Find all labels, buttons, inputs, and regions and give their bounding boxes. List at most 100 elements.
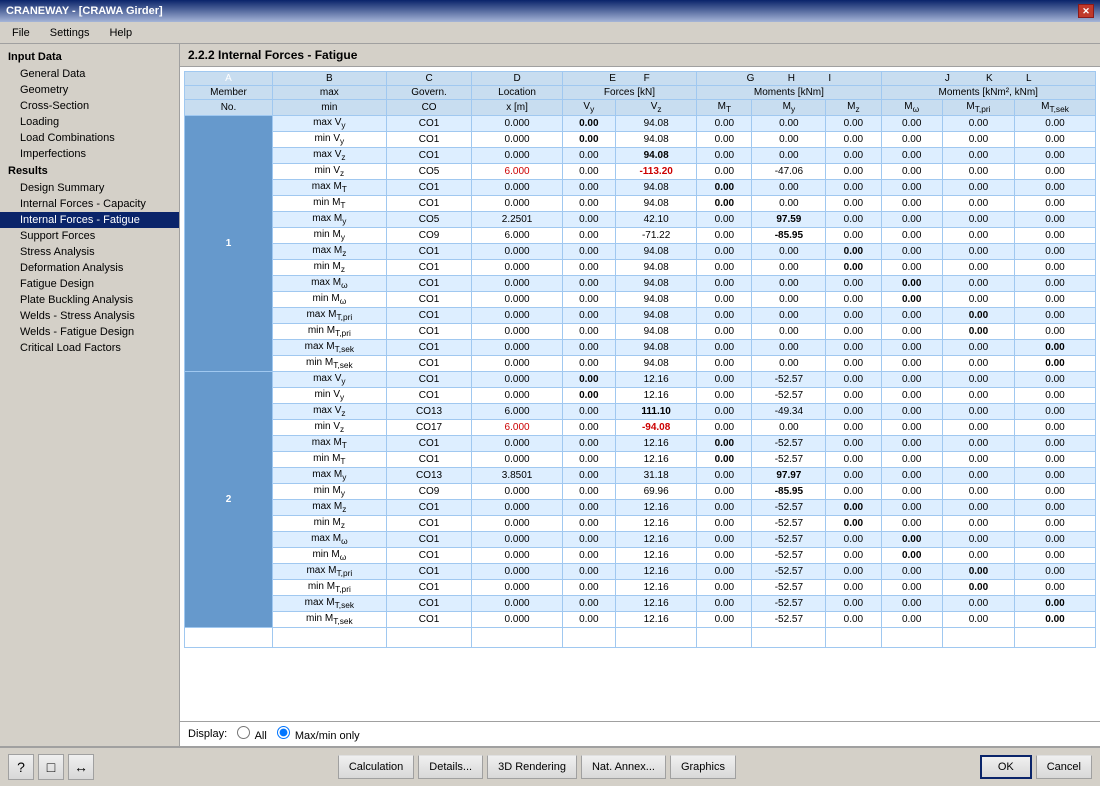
- th-moments-knm: Moments [kNm]: [697, 86, 881, 100]
- table-row: max Vz CO13 6.000 0.00 111.10 0.00 -49.3…: [185, 404, 1096, 420]
- sidebar-item-geometry[interactable]: Geometry: [0, 82, 179, 98]
- print-icon-button[interactable]: □: [38, 754, 64, 780]
- display-all-radio[interactable]: [237, 726, 250, 739]
- display-maxmin-radio[interactable]: [277, 726, 290, 739]
- table-row: max Mω CO1 0.000 0.00 12.16 0.00 -52.57 …: [185, 532, 1096, 548]
- col-header-a: A: [185, 72, 273, 86]
- table-row: min MT,sek CO1 0.000 0.00 94.08 0.00 0.0…: [185, 356, 1096, 372]
- sidebar-item-loading[interactable]: Loading: [0, 114, 179, 130]
- table-row: max MT,sek CO1 0.000 0.00 94.08 0.00 0.0…: [185, 340, 1096, 356]
- th-my: My: [752, 100, 826, 116]
- th-vy: Vy: [562, 100, 615, 116]
- th-member: Member: [185, 86, 273, 100]
- nat-annex-button[interactable]: Nat. Annex...: [581, 755, 666, 779]
- details-button[interactable]: Details...: [418, 755, 483, 779]
- sidebar-item-internal-forces-fatigue[interactable]: Internal Forces - Fatigue: [0, 212, 179, 228]
- ok-button[interactable]: OK: [980, 755, 1032, 779]
- table-row: min Mz CO1 0.000 0.00 12.16 0.00 -52.57 …: [185, 516, 1096, 532]
- sidebar-section-results: Results: [0, 162, 179, 180]
- 3d-rendering-button[interactable]: 3D Rendering: [487, 755, 577, 779]
- menu-file[interactable]: File: [4, 25, 38, 41]
- cancel-button[interactable]: Cancel: [1036, 755, 1092, 779]
- sidebar-item-imperfections[interactable]: Imperfections: [0, 146, 179, 162]
- sidebar-item-welds-fatigue[interactable]: Welds - Fatigue Design: [0, 324, 179, 340]
- col-header-d: D: [472, 72, 562, 86]
- th-xm: x [m]: [472, 100, 562, 116]
- bottom-bar: ? □ ↔ Calculation Details... 3D Renderin…: [0, 746, 1100, 786]
- sidebar-item-general-data[interactable]: General Data: [0, 66, 179, 82]
- title-bar-buttons: ✕: [1078, 4, 1094, 18]
- graphics-button[interactable]: Graphics: [670, 755, 736, 779]
- empty-row: [185, 628, 1096, 648]
- th-mw: Mω: [881, 100, 942, 116]
- table-row: max MT,pri CO1 0.000 0.00 94.08 0.00 0.0…: [185, 308, 1096, 324]
- table-row: min Mω CO1 0.000 0.00 94.08 0.00 0.00 0.…: [185, 292, 1096, 308]
- table-row: min MT CO1 0.000 0.00 94.08 0.00 0.00 0.…: [185, 196, 1096, 212]
- sidebar-item-cross-section[interactable]: Cross-Section: [0, 98, 179, 114]
- member-num-2: 2: [185, 372, 273, 628]
- col-header-jkl: J K L: [881, 72, 1096, 86]
- sidebar-item-fatigue-design[interactable]: Fatigue Design: [0, 276, 179, 292]
- table-row: min Vz CO17 6.000 0.00 -94.08 0.00 0.00 …: [185, 420, 1096, 436]
- table-row: max MT,sek CO1 0.000 0.00 12.16 0.00 -52…: [185, 596, 1096, 612]
- table-row: min MT,sek CO1 0.000 0.00 12.16 0.00 -52…: [185, 612, 1096, 628]
- th-co: CO: [386, 100, 472, 116]
- table-row: 1 max Vy CO1 0.000 0.00 94.08 0.00 0.00 …: [185, 116, 1096, 132]
- table-row: 2 max Vy CO1 0.000 0.00 12.16 0.00 -52.5…: [185, 372, 1096, 388]
- calculation-button[interactable]: Calculation: [338, 755, 414, 779]
- table-container[interactable]: A B C D E F G H I J K L Member max: [180, 67, 1100, 721]
- bottom-left-icons: ? □ ↔: [8, 754, 94, 780]
- table-row: max Vz CO1 0.000 0.00 94.08 0.00 0.00 0.…: [185, 148, 1096, 164]
- table-row: max Mz CO1 0.000 0.00 12.16 0.00 -52.57 …: [185, 500, 1096, 516]
- sidebar-item-internal-forces-capacity[interactable]: Internal Forces - Capacity: [0, 196, 179, 212]
- sidebar-item-design-summary[interactable]: Design Summary: [0, 180, 179, 196]
- table-row: max Mω CO1 0.000 0.00 94.08 0.00 0.00 0.…: [185, 276, 1096, 292]
- th-no: No.: [185, 100, 273, 116]
- col-header-b: B: [272, 72, 386, 86]
- col-header-ef: E F: [562, 72, 697, 86]
- table-row: min Vz CO5 6.000 0.00 -113.20 0.00 -47.0…: [185, 164, 1096, 180]
- sidebar-item-support-forces[interactable]: Support Forces: [0, 228, 179, 244]
- content-title: 2.2.2 Internal Forces - Fatigue: [180, 44, 1100, 67]
- table-row: max My CO13 3.8501 0.00 31.18 0.00 97.97…: [185, 468, 1096, 484]
- sidebar-item-plate-buckling[interactable]: Plate Buckling Analysis: [0, 292, 179, 308]
- display-maxmin-label[interactable]: Max/min only: [275, 726, 360, 742]
- display-bar: Display: All Max/min only: [180, 721, 1100, 746]
- sidebar-item-deformation-analysis[interactable]: Deformation Analysis: [0, 260, 179, 276]
- table-row: min Mω CO1 0.000 0.00 12.16 0.00 -52.57 …: [185, 548, 1096, 564]
- close-button[interactable]: ✕: [1078, 4, 1094, 18]
- display-label: Display:: [188, 728, 227, 740]
- th-vz: Vz: [615, 100, 696, 116]
- member-num-1: 1: [185, 116, 273, 372]
- display-maxmin-text: Max/min only: [295, 730, 360, 742]
- th-govern: Govern.: [386, 86, 472, 100]
- bottom-center-buttons: Calculation Details... 3D Rendering Nat.…: [338, 755, 736, 779]
- display-all-label[interactable]: All: [235, 726, 267, 742]
- th-mz: Mz: [826, 100, 881, 116]
- export-icon-button[interactable]: ↔: [68, 754, 94, 780]
- table-row: min My CO9 0.000 0.00 69.96 0.00 -85.95 …: [185, 484, 1096, 500]
- help-icon-button[interactable]: ?: [8, 754, 34, 780]
- sidebar-item-stress-analysis[interactable]: Stress Analysis: [0, 244, 179, 260]
- sidebar-item-critical-load-factors[interactable]: Critical Load Factors: [0, 340, 179, 356]
- table-row: max Mz CO1 0.000 0.00 94.08 0.00 0.00 0.…: [185, 244, 1096, 260]
- th-mt: MT: [697, 100, 752, 116]
- sidebar-item-load-combinations[interactable]: Load Combinations: [0, 130, 179, 146]
- table-row: max MT CO1 0.000 0.00 12.16 0.00 -52.57 …: [185, 436, 1096, 452]
- th-forces: Forces [kN]: [562, 86, 697, 100]
- th-location: Location: [472, 86, 562, 100]
- table-row: max MT CO1 0.000 0.00 94.08 0.00 0.00 0.…: [185, 180, 1096, 196]
- col-header-ghi: G H I: [697, 72, 881, 86]
- menu-help[interactable]: Help: [101, 25, 140, 41]
- menu-settings[interactable]: Settings: [42, 25, 98, 41]
- col-header-c: C: [386, 72, 472, 86]
- main-content: Input Data General Data Geometry Cross-S…: [0, 44, 1100, 746]
- sidebar: Input Data General Data Geometry Cross-S…: [0, 44, 180, 746]
- window-title: CRANEWAY - [CRAWA Girder]: [6, 5, 163, 17]
- table-row: min My CO9 6.000 0.00 -71.22 0.00 -85.95…: [185, 228, 1096, 244]
- th-mtpri: MT,pri: [942, 100, 1014, 116]
- th-moments-knm2: Moments [kNm², kNm]: [881, 86, 1096, 100]
- table-row: min Vy CO1 0.000 0.00 94.08 0.00 0.00 0.…: [185, 132, 1096, 148]
- sidebar-item-welds-stress[interactable]: Welds - Stress Analysis: [0, 308, 179, 324]
- th-max: max: [272, 86, 386, 100]
